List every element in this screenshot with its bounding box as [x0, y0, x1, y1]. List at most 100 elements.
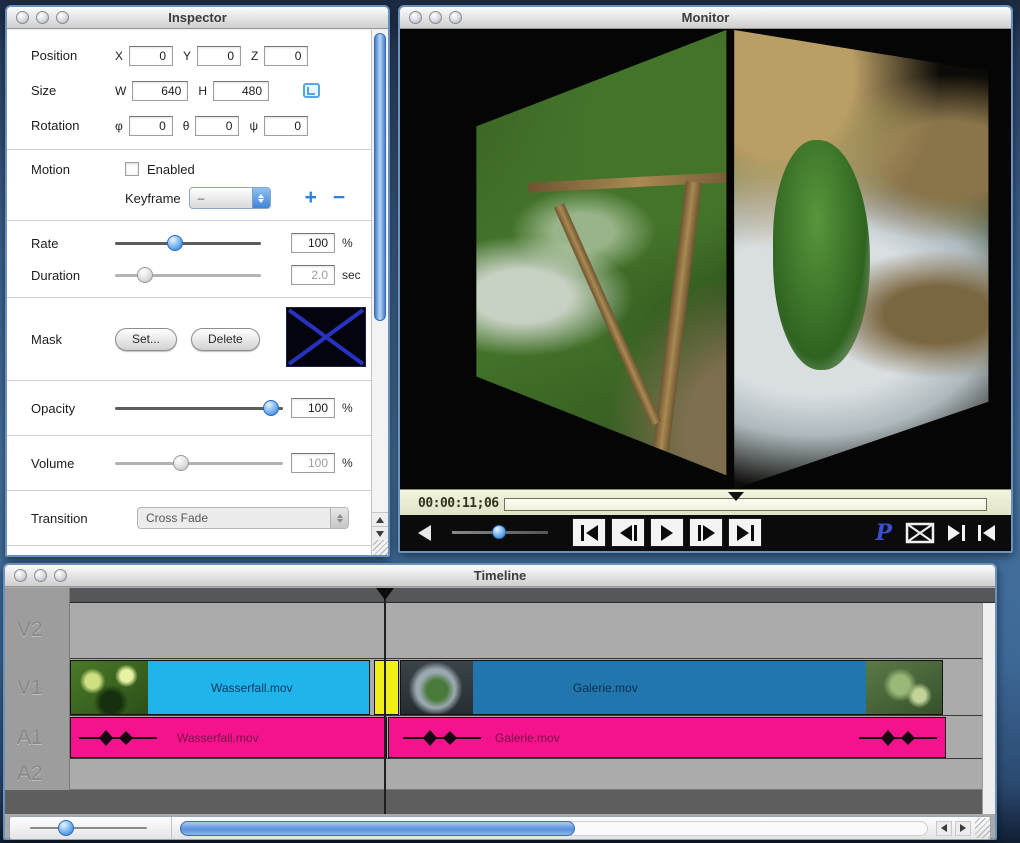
audio-clip-galerie[interactable]: Galerie.mov	[388, 717, 946, 758]
close-button[interactable]	[409, 11, 422, 24]
scroll-right-icon[interactable]	[955, 820, 971, 836]
inspector-scrollbar[interactable]	[371, 30, 388, 555]
volume-field[interactable]: 100	[291, 453, 335, 473]
scroll-left-icon[interactable]	[936, 820, 952, 836]
track-v1[interactable]: Wasserfall.mov Galerie.mov	[70, 660, 982, 716]
timeline-ruler[interactable]	[70, 588, 995, 603]
timeline-playhead-line[interactable]	[384, 588, 386, 814]
bamboo-pole	[528, 171, 727, 193]
monitor-volume-slider[interactable]	[452, 525, 548, 539]
duration-slider[interactable]	[115, 266, 261, 284]
clip-name: Wasserfall.mov	[177, 730, 259, 745]
track-label-a2: A2	[17, 762, 43, 785]
rate-field[interactable]: 100	[291, 233, 335, 253]
timeline-horizontal-scrollbar[interactable]	[180, 820, 928, 836]
speaker-icon[interactable]	[418, 525, 431, 541]
playhead-marker-icon[interactable]	[727, 492, 744, 501]
rotation-theta-field[interactable]: 0	[195, 115, 240, 136]
mask-mode-icon[interactable]	[905, 522, 935, 544]
volume-slider[interactable]	[115, 454, 283, 472]
opacity-field[interactable]: 100	[291, 398, 335, 418]
close-button[interactable]	[16, 11, 29, 24]
zoom-button[interactable]	[449, 11, 462, 24]
volume-slider-knob[interactable]	[173, 455, 189, 471]
mask-label: Mask	[31, 331, 63, 347]
timeline-body: V2 V1 A1 A2 Wasserfall.mov Galerie.mov W…	[5, 588, 995, 840]
mask-delete-button[interactable]: Delete	[191, 327, 260, 351]
transition-stepper-icon[interactable]	[330, 508, 348, 528]
keyframe-popup[interactable]: –	[188, 187, 271, 209]
add-keyframe-button[interactable]: +	[305, 187, 317, 208]
video-clip-wasserfall[interactable]: Wasserfall.mov	[70, 660, 370, 715]
video-preview-area	[400, 30, 1011, 489]
mask-set-button[interactable]: Set...	[115, 327, 178, 351]
video-clip-galerie[interactable]: Galerie.mov	[400, 660, 943, 715]
position-z-field[interactable]: 0	[264, 45, 309, 66]
constrain-proportions-icon[interactable]	[303, 83, 320, 98]
scroll-up-icon[interactable]	[372, 512, 388, 526]
minimize-button[interactable]	[36, 11, 49, 24]
opacity-slider-knob[interactable]	[263, 400, 279, 416]
rate-slider-knob[interactable]	[167, 235, 183, 251]
volume-slider-track[interactable]	[115, 462, 283, 465]
resize-grip-icon[interactable]	[975, 818, 990, 838]
present-mode-button[interactable]: P	[875, 520, 892, 546]
clip-name: Wasserfall.mov	[211, 680, 293, 695]
scrub-bar[interactable]	[504, 492, 987, 511]
psi-axis-label: ψ	[249, 118, 259, 133]
timeline-zoom-slider[interactable]	[10, 817, 172, 839]
transition-popup[interactable]: Cross Fade	[137, 507, 349, 529]
duration-field[interactable]: 2.0	[291, 265, 335, 285]
remove-keyframe-button[interactable]: −	[333, 187, 345, 208]
rotation-psi-field[interactable]: 0	[264, 115, 309, 136]
motion-enabled-checkbox[interactable]	[125, 162, 139, 176]
play-button[interactable]	[650, 518, 684, 547]
rate-slider[interactable]	[115, 234, 261, 252]
audio-clip-wasserfall[interactable]: Wasserfall.mov	[70, 717, 387, 758]
mask-preview	[285, 305, 367, 372]
timeline-vertical-scrollbar[interactable]	[982, 603, 995, 814]
monitor-volume-knob[interactable]	[492, 525, 506, 539]
keyframe-label: Keyframe	[125, 190, 181, 206]
keyframe-stepper-icon[interactable]	[251, 188, 270, 208]
inspector-titlebar[interactable]: Inspector	[7, 7, 388, 29]
track-v2[interactable]	[70, 603, 982, 659]
minimize-button[interactable]	[429, 11, 442, 24]
size-h-field[interactable]: 480	[213, 80, 269, 101]
monitor-titlebar[interactable]: Monitor	[400, 7, 1011, 29]
mark-in-button[interactable]	[978, 525, 995, 541]
track-a1[interactable]: Wasserfall.mov Galerie.mov	[70, 717, 982, 759]
step-back-button[interactable]	[611, 518, 645, 547]
rotation-phi-field[interactable]: 0	[128, 115, 173, 136]
opacity-slider-track[interactable]	[115, 407, 283, 410]
timeline-playhead-icon[interactable]	[376, 588, 394, 600]
w-axis-label: W	[115, 83, 127, 98]
rate-row: Rate 100 %	[31, 227, 366, 259]
position-y-field[interactable]: 0	[197, 45, 242, 66]
h-axis-label: H	[198, 83, 207, 98]
zoom-slider-knob[interactable]	[58, 820, 74, 836]
close-button[interactable]	[14, 569, 27, 582]
minimize-button[interactable]	[34, 569, 47, 582]
rate-slider-track[interactable]	[115, 242, 261, 245]
opacity-slider[interactable]	[115, 399, 283, 417]
track-a2[interactable]	[70, 760, 982, 790]
horizontal-scrollbar-thumb[interactable]	[180, 820, 576, 836]
zoom-button[interactable]	[54, 569, 67, 582]
scroll-down-icon[interactable]	[372, 526, 388, 540]
bamboo-pole	[652, 181, 702, 457]
go-to-start-button[interactable]	[572, 518, 606, 547]
transition-marker[interactable]	[374, 660, 399, 715]
inspector-scrollbar-thumb[interactable]	[374, 33, 386, 321]
size-w-field[interactable]: 640	[132, 80, 189, 101]
duration-slider-knob[interactable]	[137, 267, 153, 283]
zoom-slider-track[interactable]	[30, 827, 147, 829]
mark-out-button[interactable]	[948, 525, 965, 541]
step-forward-button[interactable]	[689, 518, 723, 547]
position-x-field[interactable]: 0	[129, 45, 174, 66]
timeline-title: Timeline	[473, 568, 527, 583]
go-to-end-button[interactable]	[728, 518, 762, 547]
timeline-titlebar[interactable]: Timeline	[5, 565, 995, 587]
zoom-button[interactable]	[56, 11, 69, 24]
resize-grip-icon[interactable]	[373, 540, 388, 555]
